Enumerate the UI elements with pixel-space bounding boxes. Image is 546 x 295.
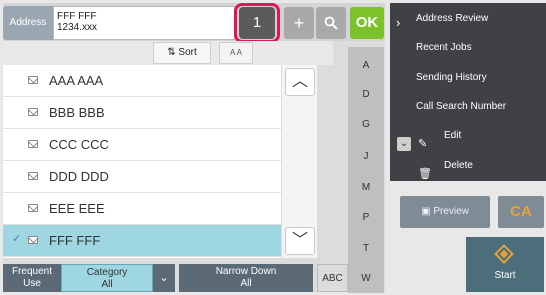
index-letter[interactable]: J	[348, 151, 384, 162]
sort-icon: ⇅	[167, 47, 179, 58]
sort-button[interactable]: ⇅ Sort	[153, 42, 211, 64]
list-item[interactable]: BBB BBB	[3, 97, 281, 129]
preview-label: Preview	[433, 206, 469, 217]
add-button[interactable]: +	[284, 7, 314, 39]
mail-icon	[28, 108, 38, 116]
list-item[interactable]: EEE EEE	[3, 193, 281, 225]
address-bar: Address FFF FFF 1234.xxx 1 + OK	[3, 3, 385, 43]
frequent-use-button[interactable]: Frequent Use	[3, 264, 61, 292]
contact-name: FFF FFF	[49, 233, 101, 248]
sort-label: Sort	[178, 47, 197, 58]
narrow-value: All	[240, 278, 252, 289]
index-letter[interactable]: A	[348, 60, 384, 71]
menu-down-button[interactable]: ⌄	[397, 137, 411, 151]
start-label: Start	[494, 270, 516, 281]
contact-name: CCC CCC	[49, 137, 109, 152]
contact-name: DDD DDD	[49, 169, 109, 184]
mail-icon	[28, 76, 38, 84]
collapse-arrow-icon[interactable]: ›	[396, 15, 400, 30]
index-letter[interactable]: P	[348, 212, 384, 223]
mail-icon	[28, 204, 38, 212]
menu-item-address-review[interactable]: Address Review	[416, 4, 542, 33]
address-label: Address	[3, 6, 53, 40]
list-item[interactable]: CCC CCC	[3, 129, 281, 161]
address-line-1: FFF FFF	[57, 11, 97, 22]
index-letter[interactable]: M	[348, 182, 384, 193]
menu-item-edit[interactable]: ✎ Edit	[416, 121, 542, 150]
menu-item-recent-jobs[interactable]: Recent Jobs	[416, 33, 542, 62]
ok-button[interactable]: OK	[350, 7, 384, 39]
trash-icon: 🗑	[418, 168, 432, 180]
category-dropdown-button[interactable]: ⌄	[153, 264, 175, 292]
index-bar: A D G J M P T W	[348, 47, 384, 293]
category-value: All	[101, 279, 113, 290]
list-item[interactable]: AAA AAA	[3, 65, 281, 97]
search-button[interactable]	[316, 7, 346, 39]
menu-item-delete[interactable]: 🗑 Delete	[416, 151, 542, 180]
start-icon	[494, 244, 514, 264]
narrow-title: Narrow Down	[215, 266, 277, 277]
chevron-up-icon: ︿	[291, 73, 308, 90]
narrow-down-select[interactable]: Narrow Down All	[179, 264, 313, 292]
mail-icon	[28, 236, 38, 244]
preview-icon: ▣	[421, 206, 434, 217]
index-letter[interactable]: G	[348, 119, 384, 130]
display-switch-button[interactable]: A A	[219, 42, 253, 64]
scroll-down-button[interactable]: ﹀	[285, 227, 315, 255]
clear-all-button[interactable]: CA	[498, 196, 544, 228]
list-item[interactable]: DDD DDD	[3, 161, 281, 193]
mail-icon	[28, 140, 38, 148]
category-select[interactable]: Category All	[61, 264, 153, 292]
search-icon	[324, 16, 338, 30]
preview-button[interactable]: ▣ Preview	[400, 196, 490, 228]
abc-button[interactable]: ABC	[317, 264, 348, 292]
menu-item-sending-history[interactable]: Sending History	[416, 63, 542, 92]
start-button[interactable]: Start	[466, 237, 544, 292]
action-panel: › Address Review Recent Jobs Sending His…	[390, 3, 546, 292]
scroll-up-button[interactable]: ︿	[285, 68, 315, 96]
action-menu: › Address Review Recent Jobs Sending His…	[390, 3, 546, 181]
contact-name: EEE EEE	[49, 201, 105, 216]
index-letter[interactable]: T	[348, 243, 384, 254]
highlight-ring	[234, 3, 280, 43]
category-title: Category	[86, 267, 128, 278]
filter-bar: Frequent Use Category All ⌄ Narrow Down …	[3, 262, 348, 292]
index-letter[interactable]: W	[348, 273, 384, 284]
contact-list: AAA AAA BBB BBB CCC CCC DDD DDD EEE EEE …	[3, 65, 281, 258]
chevron-down-icon: ⌄	[159, 272, 169, 284]
menu-item-call-search-number[interactable]: Call Search Number	[416, 92, 542, 121]
contact-name: AAA AAA	[49, 73, 104, 88]
address-field[interactable]: FFF FFF 1234.xxx	[53, 6, 235, 40]
sort-bar: ⇅ Sort A A	[3, 41, 333, 65]
address-line-2: 1234.xxx	[57, 22, 98, 33]
app-frame: Address FFF FFF 1234.xxx 1 + OK ⇅ Sort A…	[0, 0, 546, 295]
list-item-selected[interactable]: ✓ FFF FFF	[3, 225, 281, 257]
mail-icon	[28, 172, 38, 180]
contact-name: BBB BBB	[49, 105, 105, 120]
address-book-panel: Address FFF FFF 1234.xxx 1 + OK ⇅ Sort A…	[3, 3, 385, 293]
index-letter[interactable]: D	[348, 89, 384, 100]
checkmark-icon: ✓	[12, 233, 22, 245]
chevron-down-icon: ﹀	[291, 232, 308, 249]
list-scrollbar[interactable]: ︿ ﹀	[281, 65, 317, 258]
